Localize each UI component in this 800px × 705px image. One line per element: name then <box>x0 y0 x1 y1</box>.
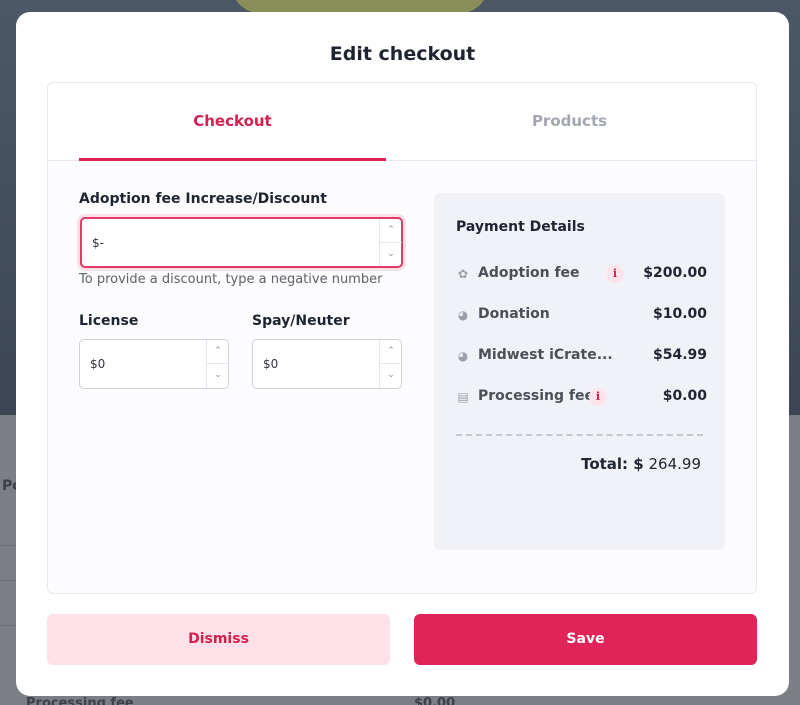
payment-row-amount: $0.00 <box>662 388 707 404</box>
license-stepper[interactable]: ⌃ ⌄ <box>206 340 229 388</box>
payment-details-title: Payment Details <box>456 219 585 235</box>
payment-row-donation: ◕ Donation $10.00 <box>456 304 707 326</box>
modal-title: Edit checkout <box>329 43 476 65</box>
total-label: Total: $ <box>581 455 644 473</box>
adoption-fee-stepper[interactable]: ⌃ ⌄ <box>379 219 402 267</box>
chevron-up-icon[interactable]: ⌃ <box>380 340 402 364</box>
total-value: 264.99 <box>648 455 702 473</box>
payment-row-name: Midwest iCrate... <box>478 347 613 363</box>
adoption-fee-hint: To provide a discount, type a negative n… <box>79 272 383 287</box>
chevron-up-icon[interactable]: ⌃ <box>207 340 229 364</box>
receipt-icon: ▤ <box>457 390 469 404</box>
dismiss-button[interactable]: Dismiss <box>47 614 390 665</box>
tab-bar: Checkout Products <box>48 83 756 161</box>
payment-row-name: Processing fee <box>478 388 594 404</box>
info-icon[interactable]: i <box>606 265 624 283</box>
payment-row-processing-fee: ▤ Processing fee i $0.00 <box>456 386 707 408</box>
payment-row-amount: $54.99 <box>652 347 707 363</box>
license-label: License <box>79 313 139 329</box>
chevron-up-icon[interactable]: ⌃ <box>380 219 402 243</box>
payment-row-midwest-icrate: ◕ Midwest iCrate... $54.99 <box>456 345 707 367</box>
payment-row-amount: $200.00 <box>643 265 707 281</box>
license-value: $0 <box>90 357 106 371</box>
adoption-fee-input[interactable]: $- ⌃ ⌄ <box>80 217 403 268</box>
tab-checkout[interactable]: Checkout <box>79 83 386 161</box>
paw-icon: ✿ <box>457 267 469 281</box>
tab-products[interactable]: Products <box>416 83 723 161</box>
info-icon[interactable]: i <box>589 388 607 406</box>
background-processing-fee-amount: $0.00 <box>414 696 456 705</box>
tag-icon: ◕ <box>457 308 469 322</box>
spay-neuter-input[interactable]: $0 ⌃ ⌄ <box>252 339 402 389</box>
payment-details-panel: Payment Details ✿ Adoption fee i $200.00… <box>434 193 725 550</box>
payment-divider <box>456 434 703 436</box>
chevron-down-icon[interactable]: ⌄ <box>380 243 402 267</box>
background-processing-fee-label: Processing fee <box>26 696 134 705</box>
license-input[interactable]: $0 ⌃ ⌄ <box>79 339 229 389</box>
payment-row-amount: $10.00 <box>652 306 707 322</box>
edit-checkout-modal: Edit checkout Checkout Products Adoption… <box>16 12 789 696</box>
payment-row-name: Donation <box>478 306 550 322</box>
spay-neuter-label: Spay/Neuter <box>252 313 350 329</box>
save-button[interactable]: Save <box>414 614 757 665</box>
payment-row-name: Adoption fee <box>478 265 580 281</box>
payment-total: Total: $ 264.99 <box>581 455 701 473</box>
chevron-down-icon[interactable]: ⌄ <box>380 364 402 388</box>
adoption-fee-label: Adoption fee Increase/Discount <box>79 191 327 207</box>
spay-neuter-value: $0 <box>263 357 279 371</box>
chevron-down-icon[interactable]: ⌄ <box>207 364 229 388</box>
spay-neuter-stepper[interactable]: ⌃ ⌄ <box>379 340 402 388</box>
payment-row-adoption-fee: ✿ Adoption fee i $200.00 <box>456 263 707 285</box>
checkout-card: Checkout Products Adoption fee Increase/… <box>47 82 757 594</box>
adoption-fee-value: $- <box>92 235 104 250</box>
tag-icon: ◕ <box>457 349 469 363</box>
